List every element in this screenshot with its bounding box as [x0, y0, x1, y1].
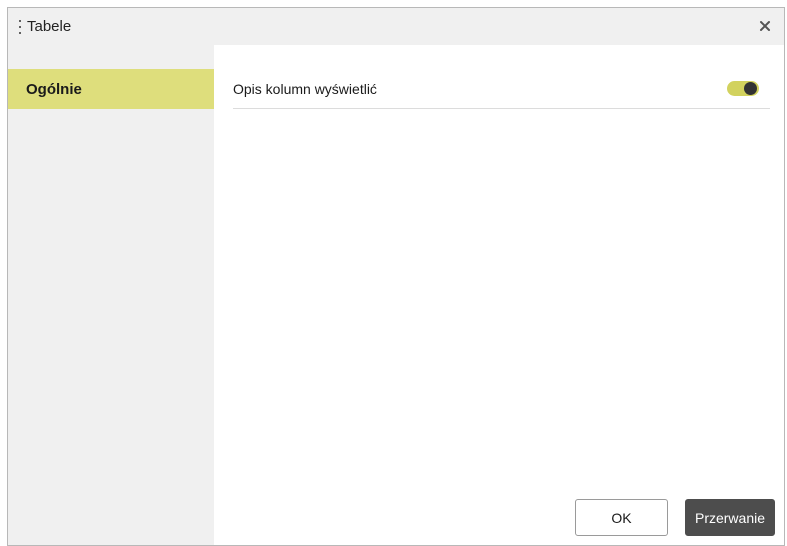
- cancel-button[interactable]: Przerwanie: [685, 499, 775, 536]
- toggle-knob: [744, 82, 757, 95]
- setting-row-column-description: Opis kolumn wyświetlić: [233, 69, 770, 109]
- sidebar-item-label: Ogólnie: [26, 80, 82, 98]
- settings-panel: Opis kolumn wyświetlić OK Przerwanie: [214, 45, 784, 545]
- setting-label: Opis kolumn wyświetlić: [233, 80, 377, 97]
- ok-button[interactable]: OK: [575, 499, 668, 536]
- drag-handle-icon[interactable]: [17, 19, 23, 34]
- sidebar: Ogólnie: [8, 45, 214, 545]
- dialog-titlebar[interactable]: Tabele: [8, 8, 784, 45]
- close-icon[interactable]: [756, 17, 774, 35]
- table-settings-dialog: Tabele Ogólnie Opis kolumn wyświetlić OK…: [7, 7, 785, 546]
- sidebar-item-general[interactable]: Ogólnie: [8, 69, 214, 109]
- column-description-toggle[interactable]: [727, 81, 759, 96]
- dialog-title: Tabele: [27, 18, 72, 35]
